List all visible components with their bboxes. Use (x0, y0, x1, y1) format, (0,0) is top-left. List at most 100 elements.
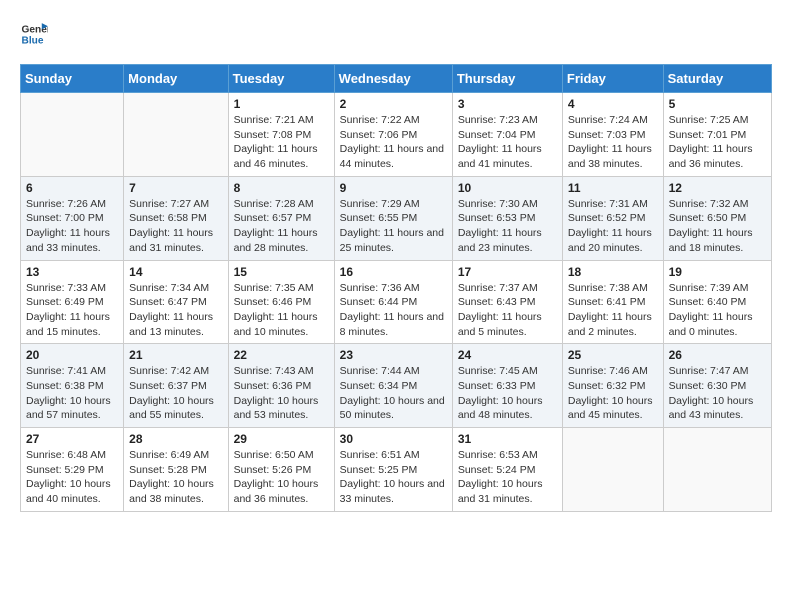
calendar-cell (663, 428, 771, 512)
calendar-cell: 10 Sunrise: 7:30 AM Sunset: 6:53 PM Dayl… (452, 176, 562, 260)
calendar-cell: 14 Sunrise: 7:34 AM Sunset: 6:47 PM Dayl… (124, 260, 228, 344)
calendar-cell (562, 428, 663, 512)
day-info: Sunrise: 7:44 AM Sunset: 6:34 PM Dayligh… (340, 364, 447, 423)
weekday-header: Thursday (452, 65, 562, 93)
calendar-cell: 26 Sunrise: 7:47 AM Sunset: 6:30 PM Dayl… (663, 344, 771, 428)
day-number: 30 (340, 432, 447, 446)
day-info: Sunrise: 6:53 AM Sunset: 5:24 PM Dayligh… (458, 448, 557, 507)
day-info: Sunrise: 7:37 AM Sunset: 6:43 PM Dayligh… (458, 281, 557, 340)
day-info: Sunrise: 6:50 AM Sunset: 5:26 PM Dayligh… (234, 448, 329, 507)
day-number: 18 (568, 265, 658, 279)
day-info: Sunrise: 7:26 AM Sunset: 7:00 PM Dayligh… (26, 197, 118, 256)
day-info: Sunrise: 7:24 AM Sunset: 7:03 PM Dayligh… (568, 113, 658, 172)
day-info: Sunrise: 6:48 AM Sunset: 5:29 PM Dayligh… (26, 448, 118, 507)
day-info: Sunrise: 7:35 AM Sunset: 6:46 PM Dayligh… (234, 281, 329, 340)
calendar-cell: 21 Sunrise: 7:42 AM Sunset: 6:37 PM Dayl… (124, 344, 228, 428)
page-header: General Blue (20, 20, 772, 48)
day-number: 20 (26, 348, 118, 362)
calendar-week-row: 27 Sunrise: 6:48 AM Sunset: 5:29 PM Dayl… (21, 428, 772, 512)
calendar-cell: 1 Sunrise: 7:21 AM Sunset: 7:08 PM Dayli… (228, 93, 334, 177)
calendar-cell: 27 Sunrise: 6:48 AM Sunset: 5:29 PM Dayl… (21, 428, 124, 512)
day-info: Sunrise: 7:21 AM Sunset: 7:08 PM Dayligh… (234, 113, 329, 172)
calendar-cell: 11 Sunrise: 7:31 AM Sunset: 6:52 PM Dayl… (562, 176, 663, 260)
calendar-cell (124, 93, 228, 177)
day-info: Sunrise: 7:47 AM Sunset: 6:30 PM Dayligh… (669, 364, 766, 423)
calendar-cell: 5 Sunrise: 7:25 AM Sunset: 7:01 PM Dayli… (663, 93, 771, 177)
calendar-cell (21, 93, 124, 177)
day-info: Sunrise: 7:29 AM Sunset: 6:55 PM Dayligh… (340, 197, 447, 256)
calendar-week-row: 6 Sunrise: 7:26 AM Sunset: 7:00 PM Dayli… (21, 176, 772, 260)
day-info: Sunrise: 7:33 AM Sunset: 6:49 PM Dayligh… (26, 281, 118, 340)
day-info: Sunrise: 7:45 AM Sunset: 6:33 PM Dayligh… (458, 364, 557, 423)
day-number: 24 (458, 348, 557, 362)
day-number: 23 (340, 348, 447, 362)
day-number: 14 (129, 265, 222, 279)
day-number: 1 (234, 97, 329, 111)
day-number: 25 (568, 348, 658, 362)
calendar-week-row: 1 Sunrise: 7:21 AM Sunset: 7:08 PM Dayli… (21, 93, 772, 177)
weekday-header: Tuesday (228, 65, 334, 93)
day-number: 13 (26, 265, 118, 279)
day-number: 22 (234, 348, 329, 362)
day-number: 6 (26, 181, 118, 195)
day-info: Sunrise: 6:49 AM Sunset: 5:28 PM Dayligh… (129, 448, 222, 507)
day-number: 12 (669, 181, 766, 195)
calendar-cell: 16 Sunrise: 7:36 AM Sunset: 6:44 PM Dayl… (334, 260, 452, 344)
weekday-header: Friday (562, 65, 663, 93)
day-info: Sunrise: 7:28 AM Sunset: 6:57 PM Dayligh… (234, 197, 329, 256)
day-number: 9 (340, 181, 447, 195)
calendar-cell: 28 Sunrise: 6:49 AM Sunset: 5:28 PM Dayl… (124, 428, 228, 512)
weekday-header: Saturday (663, 65, 771, 93)
day-number: 16 (340, 265, 447, 279)
day-info: Sunrise: 7:42 AM Sunset: 6:37 PM Dayligh… (129, 364, 222, 423)
calendar-cell: 19 Sunrise: 7:39 AM Sunset: 6:40 PM Dayl… (663, 260, 771, 344)
calendar-cell: 30 Sunrise: 6:51 AM Sunset: 5:25 PM Dayl… (334, 428, 452, 512)
calendar-cell: 24 Sunrise: 7:45 AM Sunset: 6:33 PM Dayl… (452, 344, 562, 428)
day-number: 26 (669, 348, 766, 362)
day-number: 28 (129, 432, 222, 446)
day-info: Sunrise: 7:30 AM Sunset: 6:53 PM Dayligh… (458, 197, 557, 256)
day-number: 8 (234, 181, 329, 195)
day-info: Sunrise: 7:34 AM Sunset: 6:47 PM Dayligh… (129, 281, 222, 340)
logo: General Blue (20, 20, 52, 48)
calendar-cell: 20 Sunrise: 7:41 AM Sunset: 6:38 PM Dayl… (21, 344, 124, 428)
day-number: 31 (458, 432, 557, 446)
day-number: 7 (129, 181, 222, 195)
calendar-cell: 17 Sunrise: 7:37 AM Sunset: 6:43 PM Dayl… (452, 260, 562, 344)
logo-icon: General Blue (20, 20, 48, 48)
day-info: Sunrise: 7:41 AM Sunset: 6:38 PM Dayligh… (26, 364, 118, 423)
day-number: 21 (129, 348, 222, 362)
calendar-cell: 4 Sunrise: 7:24 AM Sunset: 7:03 PM Dayli… (562, 93, 663, 177)
day-number: 17 (458, 265, 557, 279)
day-number: 11 (568, 181, 658, 195)
day-number: 2 (340, 97, 447, 111)
calendar-cell: 31 Sunrise: 6:53 AM Sunset: 5:24 PM Dayl… (452, 428, 562, 512)
day-number: 15 (234, 265, 329, 279)
day-info: Sunrise: 7:25 AM Sunset: 7:01 PM Dayligh… (669, 113, 766, 172)
calendar-header-row: SundayMondayTuesdayWednesdayThursdayFrid… (21, 65, 772, 93)
day-number: 5 (669, 97, 766, 111)
calendar-cell: 13 Sunrise: 7:33 AM Sunset: 6:49 PM Dayl… (21, 260, 124, 344)
day-number: 27 (26, 432, 118, 446)
calendar-cell: 9 Sunrise: 7:29 AM Sunset: 6:55 PM Dayli… (334, 176, 452, 260)
calendar-cell: 29 Sunrise: 6:50 AM Sunset: 5:26 PM Dayl… (228, 428, 334, 512)
day-number: 19 (669, 265, 766, 279)
day-info: Sunrise: 7:43 AM Sunset: 6:36 PM Dayligh… (234, 364, 329, 423)
day-info: Sunrise: 7:38 AM Sunset: 6:41 PM Dayligh… (568, 281, 658, 340)
weekday-header: Wednesday (334, 65, 452, 93)
day-info: Sunrise: 7:39 AM Sunset: 6:40 PM Dayligh… (669, 281, 766, 340)
day-info: Sunrise: 7:22 AM Sunset: 7:06 PM Dayligh… (340, 113, 447, 172)
calendar-cell: 25 Sunrise: 7:46 AM Sunset: 6:32 PM Dayl… (562, 344, 663, 428)
day-number: 4 (568, 97, 658, 111)
weekday-header: Sunday (21, 65, 124, 93)
day-info: Sunrise: 6:51 AM Sunset: 5:25 PM Dayligh… (340, 448, 447, 507)
calendar-week-row: 20 Sunrise: 7:41 AM Sunset: 6:38 PM Dayl… (21, 344, 772, 428)
day-number: 10 (458, 181, 557, 195)
day-number: 3 (458, 97, 557, 111)
calendar-table: SundayMondayTuesdayWednesdayThursdayFrid… (20, 64, 772, 512)
weekday-header: Monday (124, 65, 228, 93)
calendar-cell: 18 Sunrise: 7:38 AM Sunset: 6:41 PM Dayl… (562, 260, 663, 344)
day-info: Sunrise: 7:32 AM Sunset: 6:50 PM Dayligh… (669, 197, 766, 256)
calendar-cell: 6 Sunrise: 7:26 AM Sunset: 7:00 PM Dayli… (21, 176, 124, 260)
calendar-week-row: 13 Sunrise: 7:33 AM Sunset: 6:49 PM Dayl… (21, 260, 772, 344)
